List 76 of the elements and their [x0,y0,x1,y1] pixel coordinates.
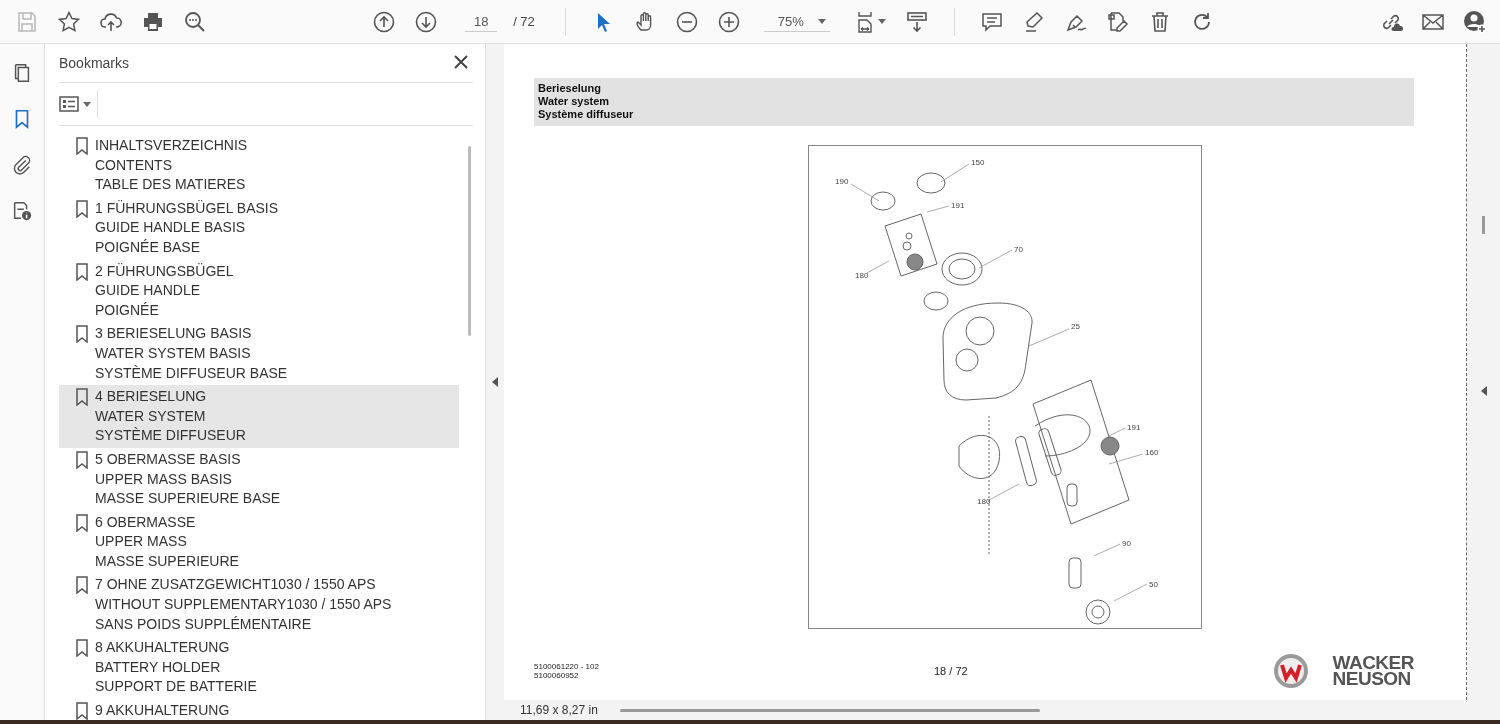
leader-line [850,183,880,202]
leader-line [926,205,950,213]
bookmark-icon [75,199,89,218]
heading-text: Water system [538,95,611,108]
options-button[interactable] [59,90,98,118]
callout-number: 191 [1127,423,1141,432]
bookmark-icon [75,325,89,344]
panel-title: Bookmarks [59,55,130,71]
callout-number: 180 [977,497,991,506]
bookmark-item[interactable]: INHALTSVERZEICHNIS CONTENTS TABLE DES MATIERES [59,134,459,197]
document-number: 5100060952 [534,671,580,680]
leader-line [978,249,1013,269]
logo-icon [1272,653,1309,689]
heading-text: Berieselung [538,82,602,95]
bookmark-item[interactable]: 8 AKKUHALTERUNG BATTERY HOLDER SUPPORT DE BATTERIE [59,636,459,700]
bookmark-icon [75,576,89,595]
leader-line [1028,328,1070,347]
save-icon [15,9,39,34]
caret-icon [83,101,91,107]
horizontal-scrollbar[interactable] [619,708,1040,712]
bookmark-icon [75,262,89,281]
heading-text: Système diffuseur [538,108,635,121]
leader-line [1113,583,1148,602]
callout-number: 191 [951,201,965,210]
leader-line [988,483,1020,501]
add-user-icon [1463,9,1487,34]
bookmark-icon [75,137,89,155]
scrollbar-thumb[interactable] [1482,216,1485,234]
close-icon [454,54,468,69]
bookmark-item[interactable]: 4 BERIESELUNG WATER SYSTEM SYSTÈME DIFFUSEUR [59,385,459,448]
callout-number: 70 [1014,245,1023,254]
bookmark-icon [75,639,89,658]
leader-line [940,163,970,183]
caret-icon [877,19,886,24]
leader-line [1093,543,1121,557]
leader-line [1108,427,1126,437]
page-count: / 72 [513,14,535,29]
callout-number: 25 [1071,322,1080,331]
search-icon [183,9,207,34]
document-number: 5100061220 - 102 [534,662,600,671]
bookmark-icon [75,388,89,407]
page-size: 11,69 x 8,27 in [520,703,598,717]
bookmark-item[interactable]: 7 OHNE ZUSATZGEWICHT1030 / 1550 APS WITHOUT SUPPLEMENTARY1030 / 1550 APS SANS POIDS SUPPLÉMENTAIRE [59,573,459,637]
star-icon [57,9,81,34]
bookmark-item[interactable]: 5 OBERMASSE BASIS UPPER MASS BASIS MASSE SUPERIEURE BASE [59,447,459,511]
edit-document-icon [1105,9,1130,34]
bookmark-item[interactable]: 3 BERIESELUNG BASIS WATER SYSTEM BASIS SYSTÈME DIFFUSEUR BASE [59,322,459,386]
bookmark-icon [75,513,89,532]
page-number-field[interactable]: 18 [465,11,498,32]
bookmark-icon [75,450,89,469]
callout-number: 190 [835,177,849,186]
expand-arrow-icon[interactable] [1480,386,1487,396]
callout-number: 180 [855,271,869,280]
bookmark-item[interactable]: 6 OBERMASSE UPPER MASS MASSE SUPERIEURE [59,510,459,574]
scroll-mode-icon [904,9,929,34]
bookmark-icon [75,702,89,720]
list-icon [59,96,79,112]
document-info-icon [11,200,33,222]
bookmark-item[interactable]: 1 FÜHRUNGSBÜGEL BASIS GUIDE HANDLE BASIS POIGNÉE BASE [59,196,459,260]
zoom-dropdown[interactable]: 75% [763,11,830,32]
collapse-arrow-icon[interactable] [492,377,498,387]
bookmark-item[interactable]: 2 FÜHRUNGSBÜGEL GUIDE HANDLE POIGNÉE [59,259,459,323]
plus-icon [716,9,741,34]
brand-name: WACKER NEUSON [1332,655,1414,687]
leader-line [1108,453,1144,465]
callout-number: 90 [1122,539,1131,548]
page-number: 18 / 72 [934,665,968,677]
leader-line [866,260,890,274]
minus-icon [674,9,699,34]
callout-number: 160 [1145,448,1159,457]
bookmark-item[interactable]: 9 AKKUHALTERUNG [59,699,459,720]
paperclip-icon [11,154,33,176]
callout-number: 50 [1149,580,1158,589]
callout-number: 150 [971,158,985,167]
scrollbar-thumb[interactable] [467,146,471,336]
caret-icon [817,18,826,24]
